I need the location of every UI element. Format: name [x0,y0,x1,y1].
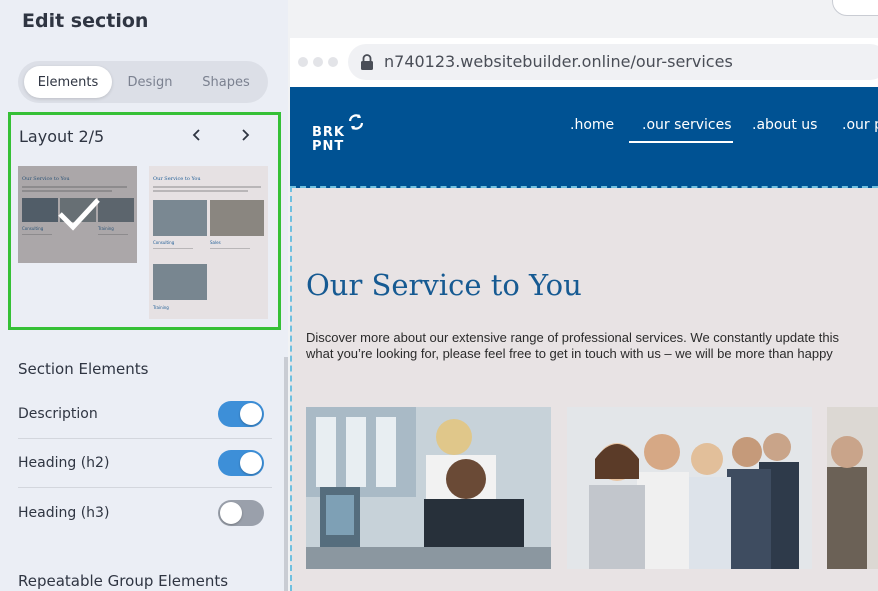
thumb-text-line [153,248,193,249]
thumb-caption: Consulting [153,240,175,245]
heading-h2-toggle[interactable] [218,450,264,476]
section-heading[interactable]: Our Service to You [306,268,582,302]
panel-scrollbar[interactable] [284,357,288,591]
url-field[interactable]: n740123.websitebuilder.online/our-servic… [348,44,878,80]
panel-tabs: Elements Design Shapes [18,61,268,103]
thumb-text-line [153,190,248,192]
thumb-photo [153,264,207,300]
lock-icon [361,54,373,70]
toggle-knob [220,501,242,524]
toggle-knob [240,452,262,474]
logo-text: BRK PNT [312,126,345,154]
tab-elements[interactable]: Elements [24,66,112,98]
layout-label: Layout 2/5 [19,127,105,146]
nav-our-services[interactable]: .our services [642,117,732,133]
layout-picker: Layout 2/5 Our Service to You Consulting… [8,112,281,330]
browser-address-bar: n740123.websitebuilder.online/our-servic… [290,38,878,87]
services-section[interactable]: Our Service to You Discover more about o… [290,188,878,591]
chevron-right-icon [242,129,250,141]
element-row-heading-h2: Heading (h2) [18,439,272,488]
thumb-text-line [210,248,250,249]
active-nav-underline [629,141,733,143]
tab-design[interactable]: Design [112,66,188,98]
heading-h3-toggle[interactable] [218,499,264,526]
description-line: Discover more about our extensive range … [306,330,840,345]
photo-consulting[interactable] [306,407,551,569]
element-label: Description [18,406,98,422]
logo-line: PNT [312,139,345,154]
photo-training[interactable] [827,407,878,569]
thumb-title: Our Service to You [153,176,201,182]
checkmark-icon [58,198,100,231]
section-boundary [290,186,292,591]
layout-thumbnail-selected[interactable]: Our Service to You Consulting Training [18,166,137,263]
thumb-text-line [153,186,261,188]
thumb-photo [210,200,264,236]
panel-title: Edit section [22,10,149,32]
window-dot [298,57,308,67]
training-image [827,407,878,569]
layout-prev-button[interactable] [187,125,207,145]
section-elements-heading: Section Elements [18,360,149,378]
url-text: n740123.websitebuilder.online/our-servic… [384,52,733,71]
window-dot [328,57,338,67]
element-label: Heading (h3) [18,504,110,521]
nav-our-p[interactable]: .our p [842,117,878,133]
section-description[interactable]: Discover more about our extensive range … [306,330,878,362]
layout-thumbnail[interactable]: Our Service to You Consulting Sales Trai… [149,166,268,319]
nav-home[interactable]: .home [570,117,614,133]
window-dot [313,57,323,67]
site-logo[interactable]: BRK PNT [312,112,372,162]
layout-next-button[interactable] [235,125,255,145]
element-row-description: Description [18,390,272,439]
nav-about-us[interactable]: .about us [752,117,817,133]
thumb-caption: Sales [210,240,221,245]
thumb-photo [153,200,207,236]
chevron-left-icon [192,129,200,141]
sales-team-image [567,407,812,569]
photo-sales-team[interactable] [567,407,812,569]
description-toggle[interactable] [218,401,264,427]
refresh-arrows-icon [348,114,364,130]
editor-root: Edit section Elements Design Shapes Layo… [0,0,878,591]
site-header: BRK PNT .home .our services .about us .o… [290,87,878,188]
toggle-knob [240,403,262,425]
edit-section-panel: Edit section Elements Design Shapes Layo… [0,0,288,591]
repeatable-elements-heading: Repeatable Group Elements [18,572,229,590]
logo-line: BRK [312,125,345,140]
consulting-image [306,407,551,569]
toolbar-button[interactable] [832,0,878,16]
section-boundary [290,186,878,188]
thumb-caption: Training [153,305,169,310]
description-line: what you’re looking for, please feel fre… [306,346,833,361]
element-row-heading-h3: Heading (h3) [18,488,272,537]
tab-shapes[interactable]: Shapes [188,66,264,98]
site-preview: n740123.websitebuilder.online/our-servic… [290,38,878,591]
element-label: Heading (h2) [18,455,110,471]
